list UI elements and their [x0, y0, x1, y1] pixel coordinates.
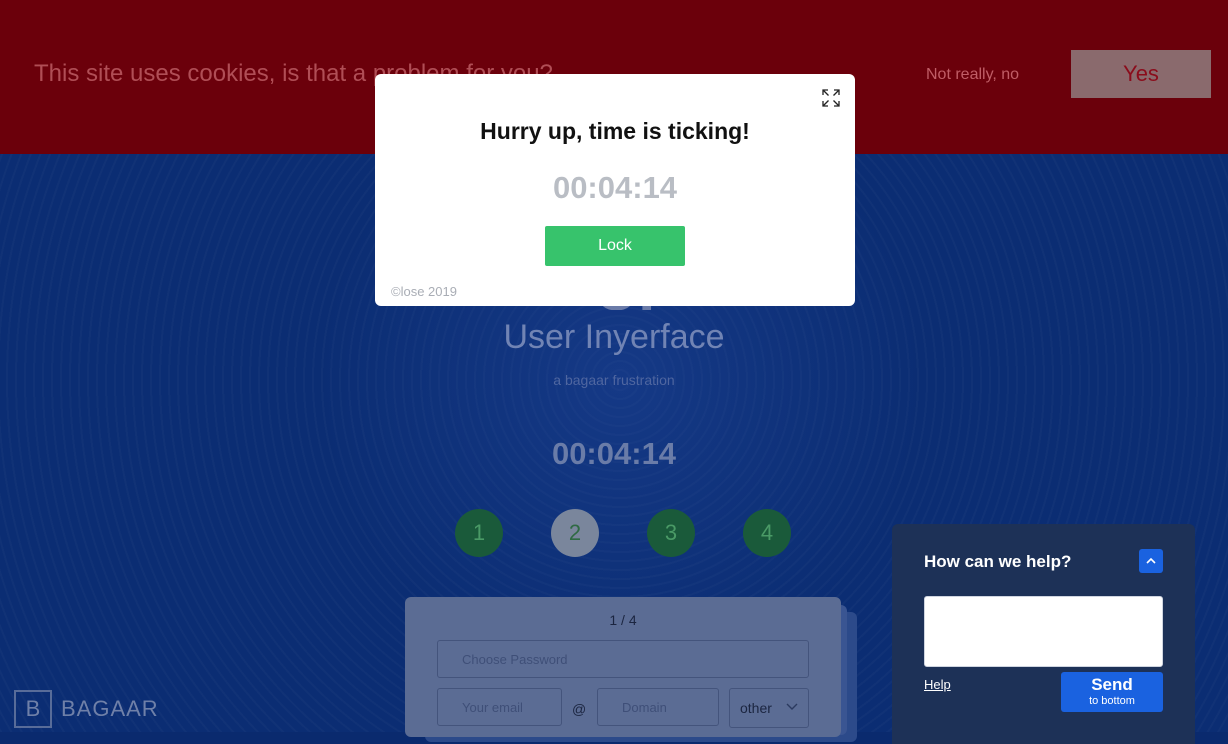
step-3: 3 [647, 509, 695, 557]
app-title: User Inyerface [503, 318, 725, 356]
chevron-up-icon [1146, 557, 1156, 564]
lock-button[interactable]: Lock [545, 226, 685, 266]
bagaar-logo: B BAGAAR [14, 690, 158, 730]
help-collapse-button[interactable] [1139, 549, 1163, 573]
modal-timer: 00:04:14 [552, 170, 678, 205]
app-subtitle: a bagaar frustration [553, 372, 675, 388]
send-button[interactable]: Send to bottom [1061, 672, 1163, 712]
email-placeholder: Your email [462, 699, 523, 715]
send-button-sublabel: to bottom [1089, 695, 1135, 707]
bagaar-logo-mark: B [14, 690, 52, 728]
help-link[interactable]: Help [924, 677, 951, 692]
help-widget-title: How can we help? [924, 552, 1072, 571]
step-4: 4 [743, 509, 791, 557]
bagaar-logo-text: BAGAAR [61, 696, 159, 721]
expand-icon[interactable] [821, 88, 841, 108]
password-field[interactable]: Choose Password [437, 640, 809, 678]
step-2: 2 [551, 509, 599, 557]
domain-field[interactable]: Domain [597, 688, 719, 726]
signup-form-card: 1 / 4 Choose Password Your email @ Domai… [405, 597, 841, 737]
timer-modal: Hurry up, time is ticking! 00:04:14 Lock… [375, 74, 855, 306]
chevron-down-icon [786, 700, 798, 715]
tld-value: other [740, 700, 772, 716]
domain-placeholder: Domain [622, 699, 667, 715]
at-sign: @ [572, 701, 587, 717]
send-button-label: Send [1091, 675, 1133, 694]
page-timer: 00:04:14 [551, 436, 677, 471]
help-widget: How can we help? Help Send to bottom [892, 524, 1195, 744]
cookie-decline-link[interactable]: Not really, no [926, 66, 1019, 84]
modal-footer-text: ©lose 2019 [391, 284, 457, 299]
modal-title: Hurry up, time is ticking! [480, 118, 750, 144]
cookie-accept-button[interactable]: Yes [1071, 50, 1211, 98]
tld-select[interactable]: other [729, 688, 809, 728]
email-field[interactable]: Your email [437, 688, 562, 726]
password-placeholder: Choose Password [462, 651, 568, 667]
step-indicator: 1 2 3 4 [455, 509, 795, 559]
help-message-input[interactable] [924, 596, 1163, 667]
form-page-count: 1 / 4 [609, 612, 637, 628]
step-1: 1 [455, 509, 503, 557]
